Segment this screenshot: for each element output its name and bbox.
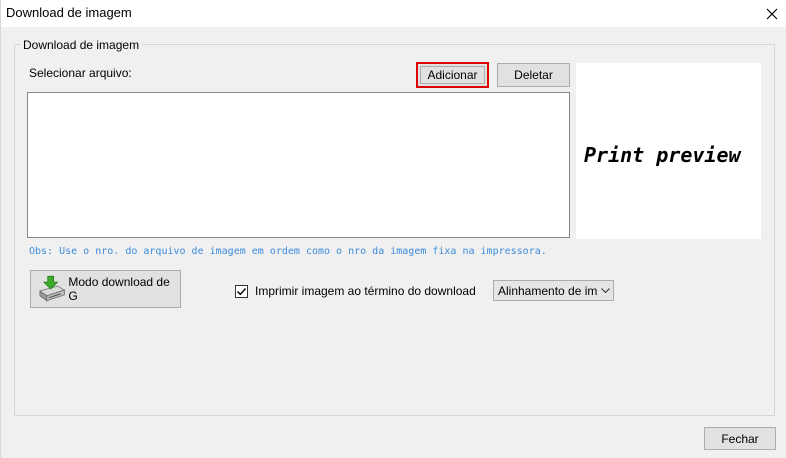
dialog-window: Download de imagem Download de imagem Se… bbox=[0, 0, 786, 458]
print-preview-panel: Print preview bbox=[576, 63, 761, 239]
groupbox-legend: Download de imagem bbox=[20, 38, 143, 52]
title-bar: Download de imagem bbox=[1, 0, 786, 27]
print-preview-text: Print preview bbox=[584, 143, 741, 167]
close-icon bbox=[766, 8, 778, 19]
window-title: Download de imagem bbox=[6, 5, 132, 20]
checkmark-icon bbox=[237, 287, 247, 295]
print-after-download-checkbox[interactable] bbox=[235, 284, 248, 298]
close-button[interactable]: Fechar bbox=[704, 427, 776, 450]
printer-download-icon bbox=[39, 275, 66, 302]
delete-button-label: Deletar bbox=[514, 68, 553, 82]
delete-button[interactable]: Deletar bbox=[497, 63, 570, 87]
chevron-down-icon bbox=[597, 281, 613, 300]
add-button[interactable]: Adicionar bbox=[416, 62, 489, 88]
download-mode-button[interactable]: Modo download de G bbox=[30, 270, 181, 308]
download-mode-button-label: Modo download de G bbox=[68, 275, 170, 303]
select-file-label: Selecionar arquivo: bbox=[29, 66, 132, 80]
window-close-button[interactable] bbox=[757, 0, 786, 27]
print-after-download-label: Imprimir imagem ao término do download bbox=[255, 284, 476, 298]
note-text: Obs: Use o nro. do arquivo de imagem em … bbox=[29, 246, 547, 257]
alignment-select[interactable]: Alinhamento de impre bbox=[493, 280, 614, 301]
add-button-label: Adicionar bbox=[427, 68, 478, 82]
close-button-label: Fechar bbox=[721, 431, 759, 446]
print-after-download-option[interactable]: Imprimir imagem ao término do download bbox=[235, 284, 476, 298]
file-list[interactable] bbox=[27, 92, 570, 238]
alignment-select-value: Alinhamento de impre bbox=[498, 283, 597, 298]
